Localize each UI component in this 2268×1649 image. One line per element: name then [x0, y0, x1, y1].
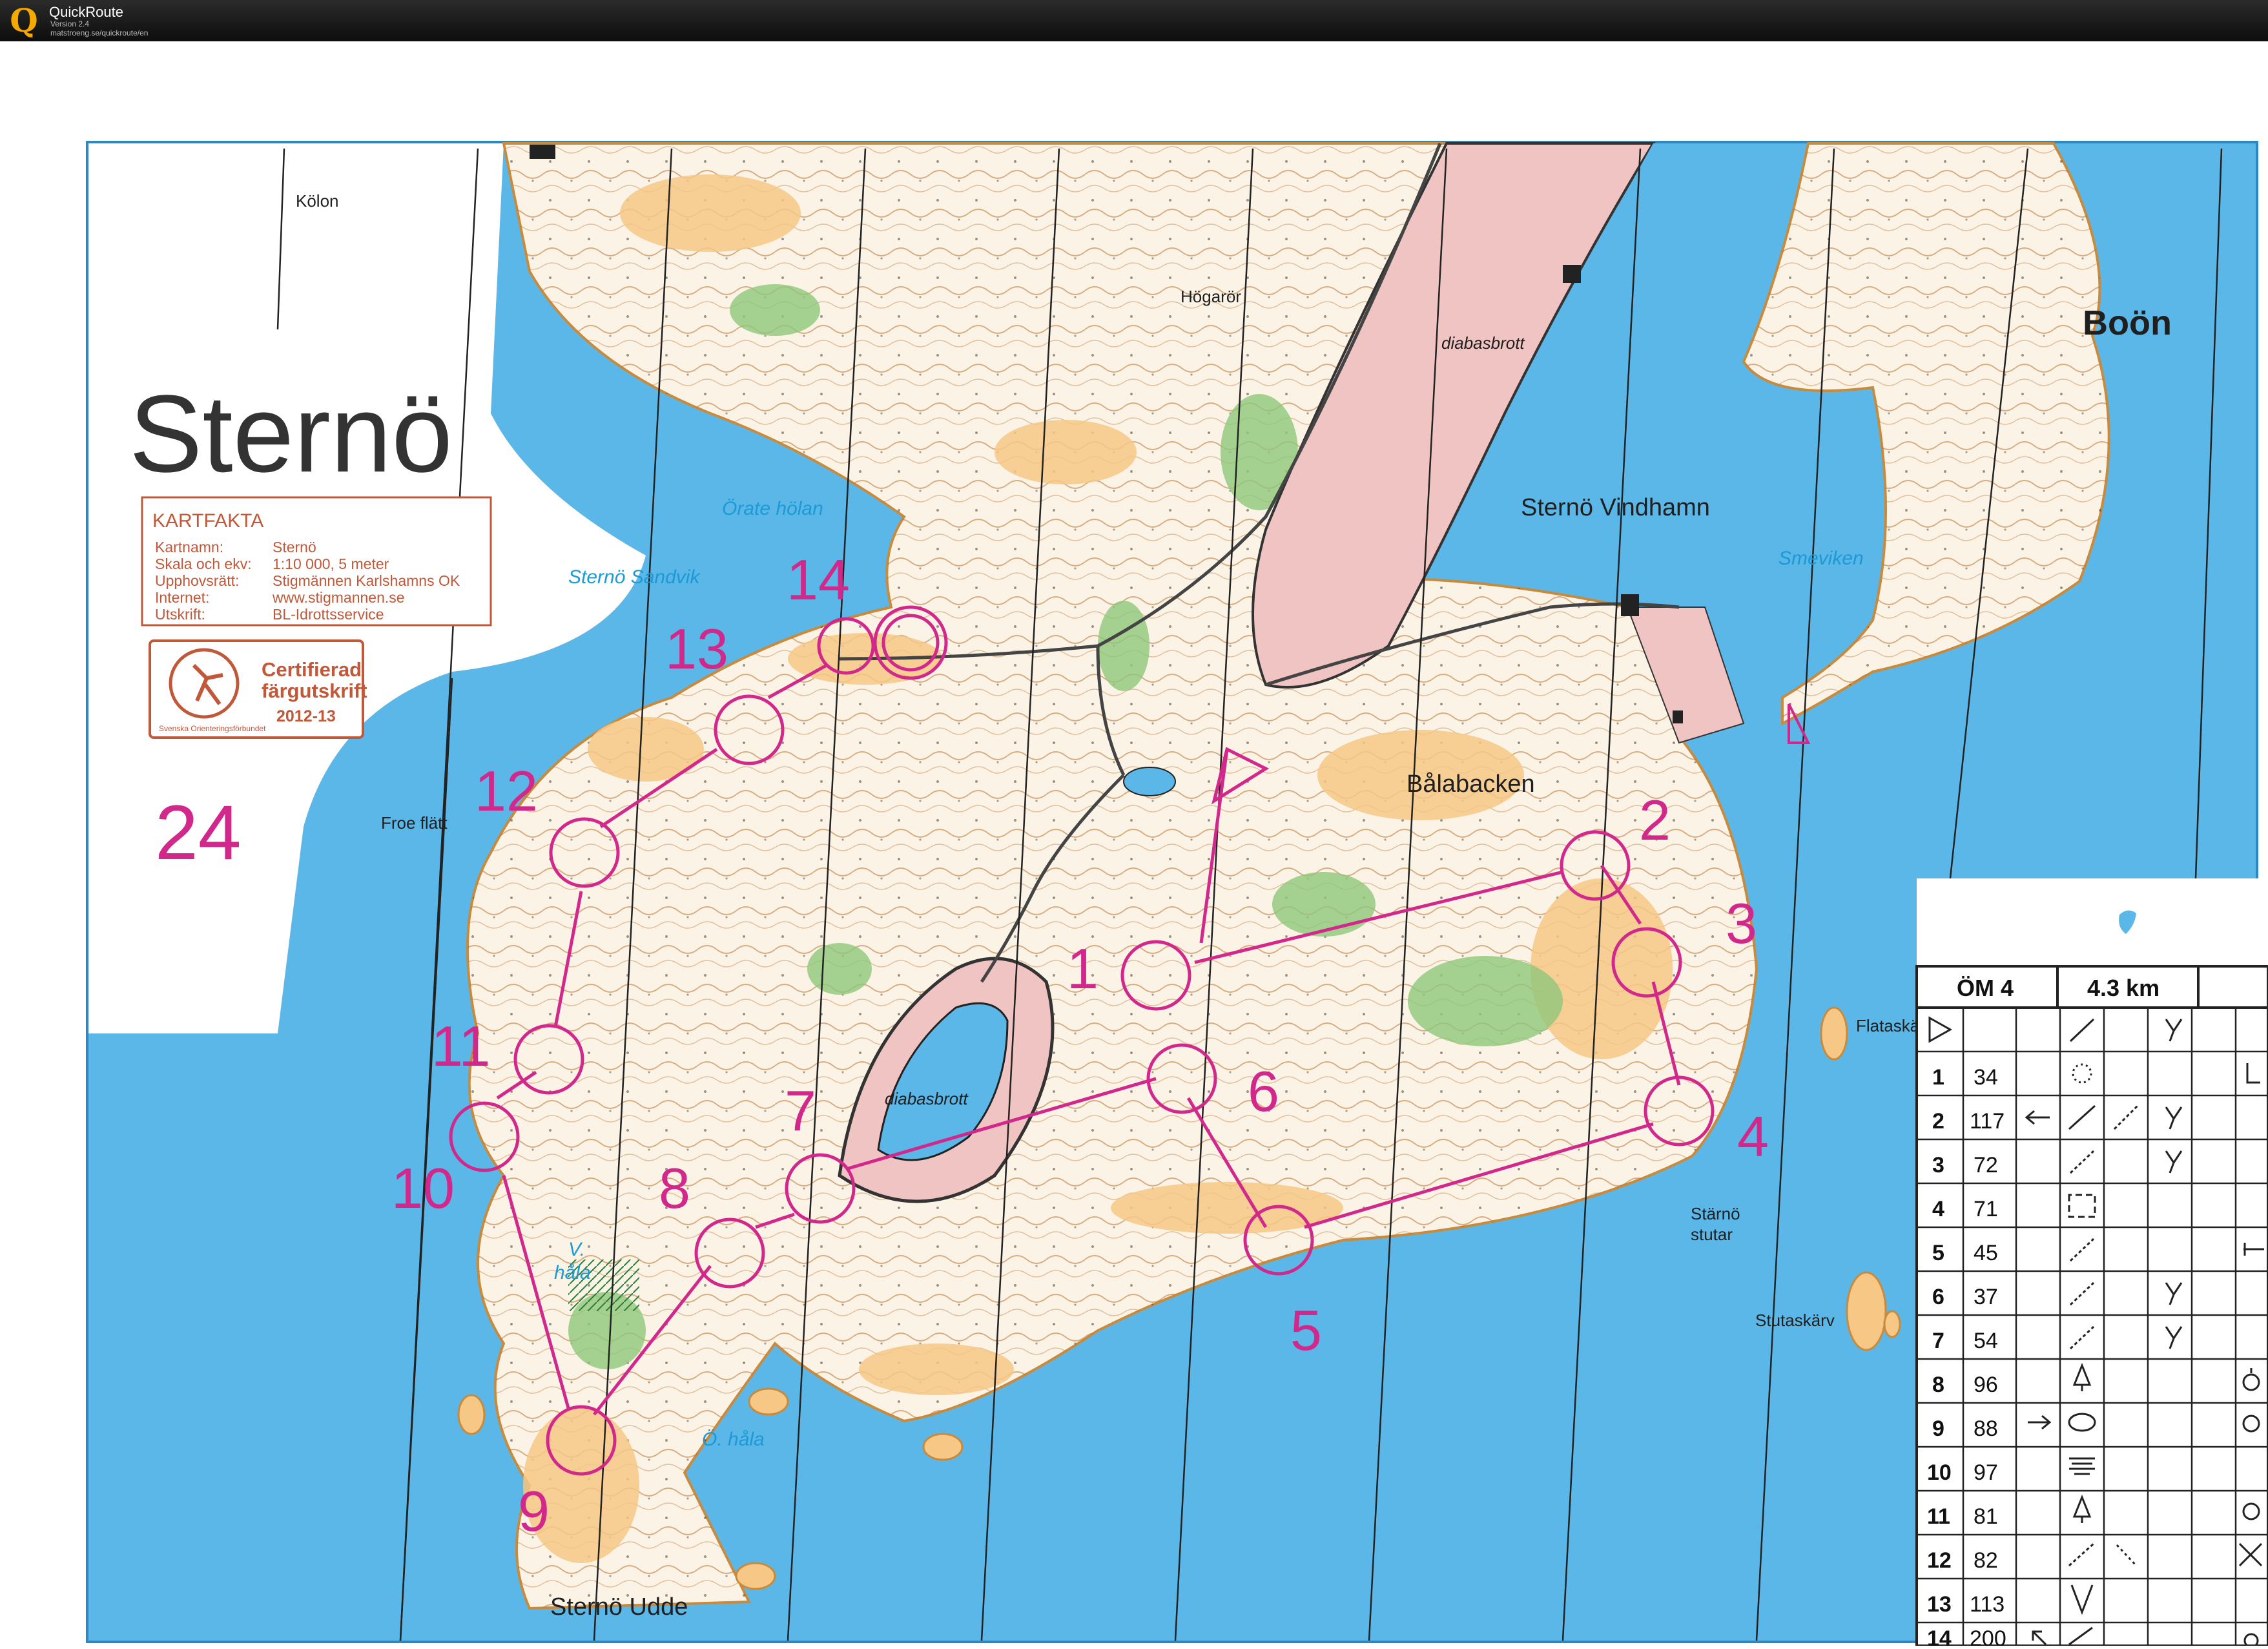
control-number: 7 [785, 1079, 816, 1143]
kartfakta-label: Utskrift: [155, 606, 205, 623]
certificate-year: 2012-13 [276, 707, 336, 725]
certificate-org: Svenska Orienteringsförbundet [159, 724, 266, 733]
kartfakta-label: Kartnamn: [155, 539, 223, 555]
event-number: 24 [155, 789, 241, 876]
kartfakta-label: Skala och ekv: [155, 555, 252, 572]
place-starno-stutar-2: stutar [1691, 1225, 1733, 1244]
small-pond [1123, 767, 1176, 796]
control-code: 45 [1974, 1241, 1998, 1265]
kartfakta-value: Sternö [273, 539, 316, 555]
kartfakta-value: www.stigmannen.se [272, 589, 405, 606]
place-balabacken: Bålabacken [1407, 771, 1535, 798]
control-code: 82 [1974, 1548, 1998, 1573]
certificate-badge: Certifierad färgutskrift 2012-13 Svenska… [149, 639, 367, 739]
kartfakta-heading: KARTFAKTA [152, 510, 263, 532]
kartfakta-value: BL-Idrottsservice [273, 606, 384, 623]
control-number: 3 [1726, 891, 1757, 955]
control-code: 81 [1974, 1504, 1998, 1529]
control-number: 5 [1290, 1298, 1322, 1362]
place-orate-holan: Örate hölan [722, 498, 823, 519]
control-code: 34 [1974, 1065, 1998, 1090]
control-row-number: 8 [1932, 1373, 1944, 1397]
control-code: 72 [1974, 1153, 1998, 1177]
control-number: 12 [475, 759, 538, 823]
control-number: 6 [1248, 1059, 1279, 1123]
map-title: Sternö [129, 373, 453, 495]
quickroute-logo-icon: Q [10, 1, 38, 39]
certificate-line2: färgutskrift [262, 679, 367, 702]
kartfakta-box: KARTFAKTA Kartnamn: Sternö Skala och ekv… [141, 496, 492, 627]
control-number: 13 [665, 617, 728, 681]
control-number: 2 [1639, 788, 1671, 852]
place-smeviken: Smeviken [1778, 548, 1864, 569]
control-code: 71 [1974, 1197, 1998, 1221]
control-row-number: 3 [1932, 1153, 1944, 1177]
control-number: 10 [391, 1156, 455, 1220]
control-row-number: 9 [1932, 1416, 1944, 1441]
control-row-number: 6 [1932, 1285, 1944, 1309]
kartfakta-value: Stigmännen Karlshamns OK [273, 572, 460, 589]
place-v-hala-1: V. [568, 1239, 585, 1260]
control-number: 4 [1737, 1105, 1769, 1168]
unprinted-area-left [88, 1033, 278, 1641]
control-code: 200 [1970, 1626, 2006, 1646]
control-row-number: 4 [1932, 1197, 1944, 1221]
control-row-number: 7 [1932, 1329, 1944, 1353]
control-code: 37 [1974, 1285, 1998, 1309]
control-row-number: 14 [1927, 1626, 1952, 1646]
kartfakta-label: Internet: [155, 589, 209, 606]
app-title: QuickRoute [49, 4, 123, 20]
control-row-number: 13 [1927, 1592, 1952, 1617]
control-row-number: 10 [1927, 1460, 1952, 1485]
control-code: 54 [1974, 1329, 1998, 1353]
place-diabasbrott-top: diabasbrott [1441, 333, 1525, 353]
place-kolon: Kölon [296, 191, 339, 211]
control-code: 96 [1974, 1373, 1998, 1397]
place-sterno-sandvik: Sternö Sandvik [568, 566, 701, 588]
kartfakta-label: Upphovsrätt: [155, 572, 239, 589]
control-number: 9 [518, 1479, 550, 1543]
place-stutaskarv: Stutaskärv [1755, 1311, 1835, 1330]
control-row-number: 12 [1927, 1548, 1952, 1573]
control-code: 113 [1970, 1592, 2005, 1617]
orienteering-map[interactable]: Sternö 24 KARTFAKTA Kartnamn: Sternö Ska… [0, 41, 2268, 1649]
place-diabasbrott-pit: diabasbrott [885, 1089, 969, 1108]
certificate-line1: Certifierad [262, 658, 362, 681]
control-number: 8 [659, 1156, 690, 1220]
place-sterno-vindhamn: Sternö Vindhamn [1521, 494, 1710, 521]
control-row-number: 5 [1932, 1241, 1944, 1265]
app-url: matstroeng.se/quickroute/en [50, 28, 149, 37]
control-row-number: 1 [1932, 1065, 1944, 1090]
place-froe-flatt: Froe flätt [381, 813, 448, 833]
place-v-hala-2: håla [554, 1262, 591, 1283]
control-code: 88 [1974, 1416, 1998, 1441]
place-sterno-udde: Sternö Udde [550, 1593, 688, 1621]
control-description-sheet: ÖM 4 4.3 km 1 34 2 117 3 72 4 71 5 45 6 … [1915, 965, 2268, 1649]
title-bar: Q QuickRoute Version 2.4 matstroeng.se/q… [0, 0, 2268, 41]
place-o-hala: Ö. håla [702, 1429, 765, 1450]
course-length: 4.3 km [2087, 975, 2160, 1001]
place-boon: Boön [2083, 304, 2172, 342]
control-row-number: 2 [1932, 1109, 1944, 1134]
class-name: ÖM 4 [1957, 975, 2014, 1001]
control-code: 117 [1970, 1109, 2005, 1134]
control-row-number: 11 [1927, 1504, 1950, 1529]
kartfakta-value: 1:10 000, 5 meter [273, 555, 389, 572]
control-code: 97 [1974, 1460, 1998, 1485]
control-number: 1 [1067, 937, 1098, 1001]
control-number: 14 [787, 548, 850, 612]
control-number: 11 [431, 1014, 490, 1078]
map-viewport[interactable]: Sternö 24 KARTFAKTA Kartnamn: Sternö Ska… [0, 41, 2268, 1649]
place-hogaror: Högarör [1180, 287, 1241, 306]
app-version: Version 2.4 [50, 19, 90, 28]
place-flataskar: Flataskä [1856, 1016, 1920, 1035]
place-starno-stutar-1: Stärnö [1691, 1204, 1740, 1223]
